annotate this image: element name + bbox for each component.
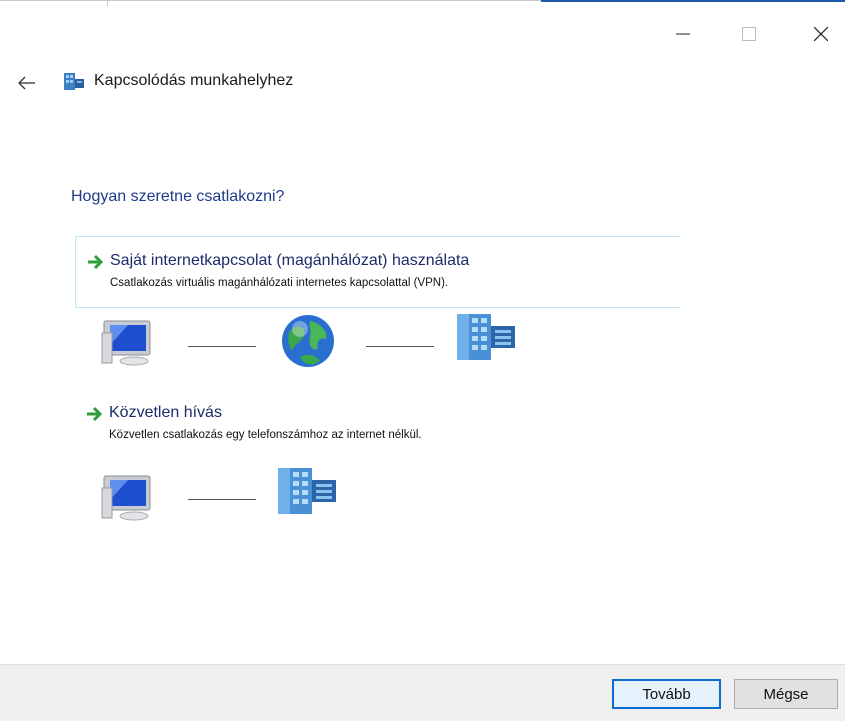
office-building-icon bbox=[278, 468, 336, 514]
connection-line bbox=[188, 499, 256, 500]
connection-line bbox=[188, 346, 256, 347]
green-arrow-icon bbox=[87, 406, 103, 422]
minimize-icon bbox=[676, 33, 690, 35]
next-button[interactable]: Tovább bbox=[612, 679, 721, 709]
option-direct-dial[interactable]: Közvetlen hívás Közvetlen csatlakozás eg… bbox=[75, 390, 680, 450]
minimize-button[interactable] bbox=[660, 14, 706, 54]
close-icon bbox=[814, 27, 828, 41]
maximize-button[interactable] bbox=[726, 14, 772, 54]
cancel-button[interactable]: Mégse bbox=[734, 679, 838, 709]
top-tick bbox=[107, 0, 108, 6]
active-accent-line bbox=[541, 0, 845, 2]
option-vpn[interactable]: Saját internetkapcsolat (magánhálózat) h… bbox=[75, 236, 680, 308]
green-arrow-icon bbox=[88, 254, 104, 270]
computer-icon bbox=[101, 320, 151, 366]
arrow-left-icon bbox=[18, 76, 35, 90]
back-button[interactable] bbox=[14, 70, 40, 96]
dialog-footer: Tovább Mégse bbox=[0, 664, 845, 721]
close-button[interactable] bbox=[798, 14, 844, 54]
computer-icon bbox=[101, 475, 151, 521]
workplace-network-icon bbox=[64, 73, 84, 90]
option-direct-dial-description: Közvetlen csatlakozás egy telefonszámhoz… bbox=[109, 429, 422, 441]
connection-line bbox=[366, 346, 434, 347]
globe-icon bbox=[282, 315, 334, 367]
option-vpn-description: Csatlakozás virtuális magánhálózati inte… bbox=[110, 277, 449, 289]
window-title: Kapcsolódás munkahelyhez bbox=[94, 72, 294, 89]
top-border bbox=[0, 0, 541, 1]
maximize-icon bbox=[742, 27, 756, 41]
option-vpn-title: Saját internetkapcsolat (magánhálózat) h… bbox=[110, 252, 470, 269]
office-building-icon bbox=[457, 314, 515, 360]
option-direct-dial-title: Közvetlen hívás bbox=[109, 404, 222, 421]
page-heading: Hogyan szeretne csatlakozni? bbox=[71, 188, 285, 205]
